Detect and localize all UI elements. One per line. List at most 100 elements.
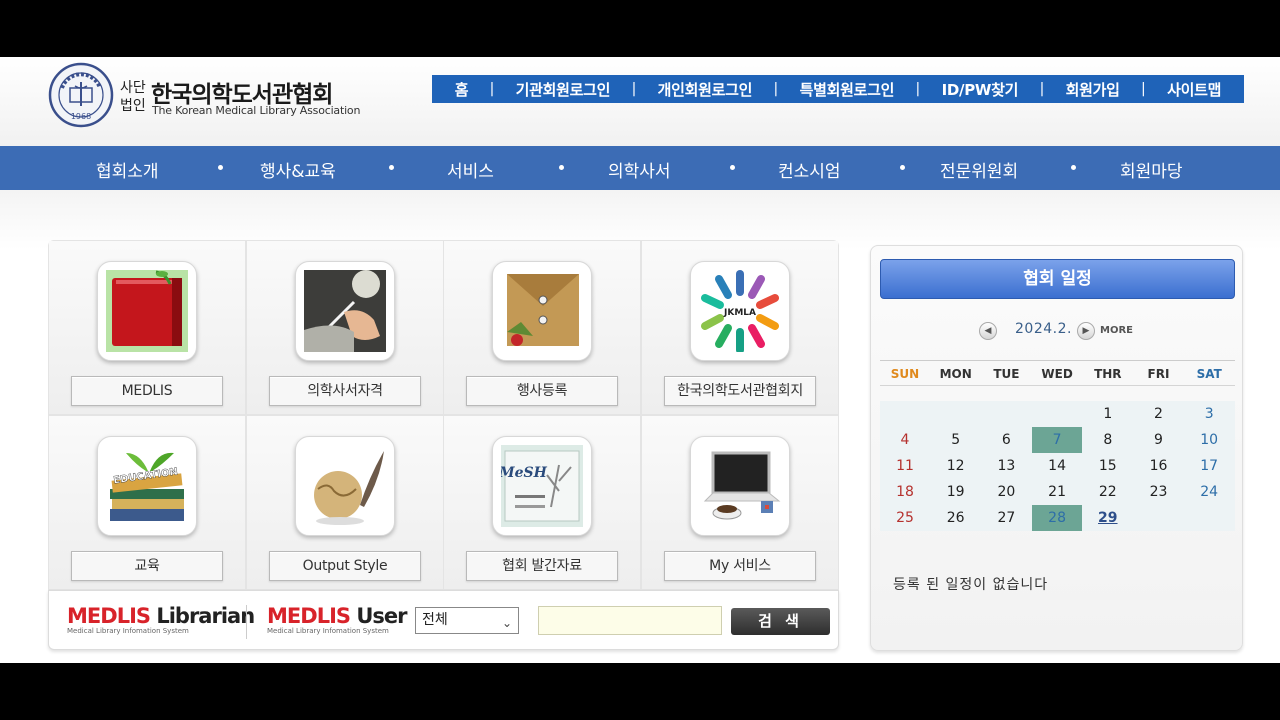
tile-output-style-label[interactable]: Output Style — [269, 551, 421, 581]
laptop-coffee-icon — [699, 445, 781, 527]
weekday-tue: TUE — [993, 367, 1020, 381]
tile-kmla-journal-thumbnail[interactable]: JKMLA — [690, 261, 790, 361]
tile-output-style: Output Style — [247, 416, 443, 589]
tile-education-thumbnail[interactable]: EDUCATION — [97, 436, 197, 536]
top-link-separator: | — [1039, 81, 1045, 97]
prev-month-icon[interactable]: ◀ — [979, 322, 997, 340]
logo-subtitle: Medical Library Infomation System — [67, 627, 189, 635]
education-books-icon: EDUCATION — [106, 445, 188, 527]
tile-output-style-thumbnail[interactable] — [295, 436, 395, 536]
top-link-signup[interactable]: 회원가입 — [1066, 79, 1120, 100]
weekday-wed: WED — [1041, 367, 1073, 381]
calendar-day[interactable]: 14 — [1032, 453, 1082, 479]
calendar-day[interactable]: 26 — [931, 505, 981, 531]
calendar-day[interactable]: 6 — [981, 427, 1031, 453]
calendar-day[interactable]: 3 — [1184, 401, 1234, 427]
org-prefix-1: 사단 — [120, 80, 146, 96]
calendar-day[interactable]: 23 — [1134, 479, 1184, 505]
medlis-librarian-logo[interactable]: MEDLIS Librarian Medical Library Infomat… — [67, 604, 255, 636]
site-logo[interactable]: 1968 사단 법인 한국의학도서관협회 The Korean Medical … — [48, 62, 368, 128]
tile-education-label[interactable]: 교육 — [71, 551, 223, 581]
tile-medlis: MEDLIS — [49, 241, 245, 414]
pen-hand-icon — [304, 270, 386, 352]
search-button[interactable]: 검 색 — [731, 608, 830, 635]
calendar-day[interactable]: 8 — [1083, 427, 1133, 453]
calendar-day[interactable]: 15 — [1083, 453, 1133, 479]
top-link-find-id-pw[interactable]: ID/PW찾기 — [942, 79, 1019, 100]
tile-publications-thumbnail[interactable]: MeSH — [492, 436, 592, 536]
calendar-day[interactable]: 27 — [981, 505, 1031, 531]
calendar-day[interactable]: 11 — [880, 453, 930, 479]
calendar-day[interactable]: 10 — [1184, 427, 1234, 453]
service-tiles-grid: MEDLIS 의학사서자격 행사등록 JKMLA 한국의학도서관협회지 EDUC… — [48, 240, 839, 590]
tile-event-registration-thumbnail[interactable] — [492, 261, 592, 361]
medlis-search-bar: MEDLIS Librarian Medical Library Infomat… — [48, 590, 839, 650]
schedule-calendar-panel: 협회 일정 ◀ 2024.2. ▶ MORE SUN MON TUE WED THR FR… — [870, 245, 1243, 651]
nav-dot — [900, 165, 905, 170]
calendar-day[interactable]: 29 — [1083, 505, 1133, 531]
top-link-sitemap[interactable]: 사이트맵 — [1167, 79, 1221, 100]
search-scope-select[interactable]: 전체 ⌄ — [415, 607, 519, 634]
calendar-day[interactable]: 19 — [931, 479, 981, 505]
envelope-icon — [501, 270, 583, 352]
globe-quill-icon — [304, 445, 386, 527]
nav-dot — [218, 165, 223, 170]
tile-librarian-certification-label[interactable]: 의학사서자격 — [269, 376, 421, 406]
nav-item-about[interactable]: 협회소개 — [96, 157, 159, 182]
nav-dot — [1071, 165, 1076, 170]
tile-my-service-label[interactable]: My 서비스 — [664, 551, 816, 581]
tile-kmla-journal-label[interactable]: 한국의학도서관협회지 — [664, 376, 816, 406]
calendar-day[interactable]: 21 — [1032, 479, 1082, 505]
calendar-day[interactable]: 1 — [1083, 401, 1133, 427]
calendar-day[interactable]: 12 — [931, 453, 981, 479]
logo-text: Librarian — [150, 604, 255, 628]
tile-publications-label[interactable]: 협회 발간자료 — [466, 551, 618, 581]
calendar-day[interactable]: 17 — [1184, 453, 1234, 479]
next-month-icon[interactable]: ▶ — [1077, 322, 1095, 340]
top-link-personal-login[interactable]: 개인회원로그인 — [658, 79, 753, 100]
calendar-day[interactable]: 20 — [981, 479, 1031, 505]
tile-education: EDUCATION 교육 — [49, 416, 245, 589]
nav-item-events-education[interactable]: 행사&교육 — [260, 157, 336, 182]
calendar-day[interactable]: 13 — [981, 453, 1031, 479]
nav-item-committees[interactable]: 전문위원회 — [940, 157, 1018, 182]
calendar-day[interactable]: 24 — [1184, 479, 1234, 505]
main-navigation: 협회소개 행사&교육 서비스 의학사서 컨소시엄 전문위원회 회원마당 — [0, 146, 1280, 190]
top-link-separator: | — [915, 81, 921, 97]
calendar-day[interactable]: 2 — [1134, 401, 1184, 427]
calendar-day[interactable]: 5 — [931, 427, 981, 453]
logo-text: User — [350, 604, 407, 628]
chevron-down-icon: ⌄ — [501, 616, 512, 630]
calendar-day[interactable]: 9 — [1134, 427, 1184, 453]
search-input[interactable] — [538, 606, 722, 635]
tile-my-service-thumbnail[interactable] — [690, 436, 790, 536]
top-link-home[interactable]: 홈 — [455, 79, 469, 100]
tile-librarian-certification-thumbnail[interactable] — [295, 261, 395, 361]
nav-item-medical-librarian[interactable]: 의학사서 — [608, 157, 671, 182]
nav-dot — [730, 165, 735, 170]
calendar-day[interactable]: 4 — [880, 427, 930, 453]
logo-text: LIS — [116, 604, 151, 628]
calendar-day[interactable]: 7 — [1032, 427, 1083, 453]
calendar-month-label: 2024.2. — [1015, 321, 1072, 337]
calendar-day[interactable]: 25 — [880, 505, 930, 531]
tile-medlis-label[interactable]: MEDLIS — [71, 376, 223, 406]
tile-medlis-thumbnail[interactable] — [97, 261, 197, 361]
tile-librarian-certification: 의학사서자격 — [247, 241, 443, 414]
nav-item-members[interactable]: 회원마당 — [1120, 157, 1183, 182]
nav-item-services[interactable]: 서비스 — [447, 157, 494, 182]
calendar-day[interactable]: 16 — [1134, 453, 1184, 479]
medlis-user-logo[interactable]: MEDLIS User Medical Library Infomation S… — [267, 604, 407, 636]
no-events-message: 등록 된 일정이 없습니다 — [893, 577, 1049, 593]
calendar-day[interactable]: 18 — [880, 479, 930, 505]
calendar-more-link[interactable]: MORE — [1100, 325, 1133, 336]
top-link-special-login[interactable]: 특별회원로그인 — [800, 79, 895, 100]
top-link-institution-login[interactable]: 기관회원로그인 — [516, 79, 611, 100]
weekday-sat: SAT — [1196, 367, 1222, 381]
nav-item-consortium[interactable]: 컨소시엄 — [778, 157, 841, 182]
calendar-day[interactable]: 28 — [1032, 505, 1083, 531]
tile-publications: MeSH 협회 발간자료 — [444, 416, 640, 589]
logo-text: LIS — [316, 604, 351, 628]
calendar-day[interactable]: 22 — [1083, 479, 1133, 505]
tile-event-registration-label[interactable]: 행사등록 — [466, 376, 618, 406]
